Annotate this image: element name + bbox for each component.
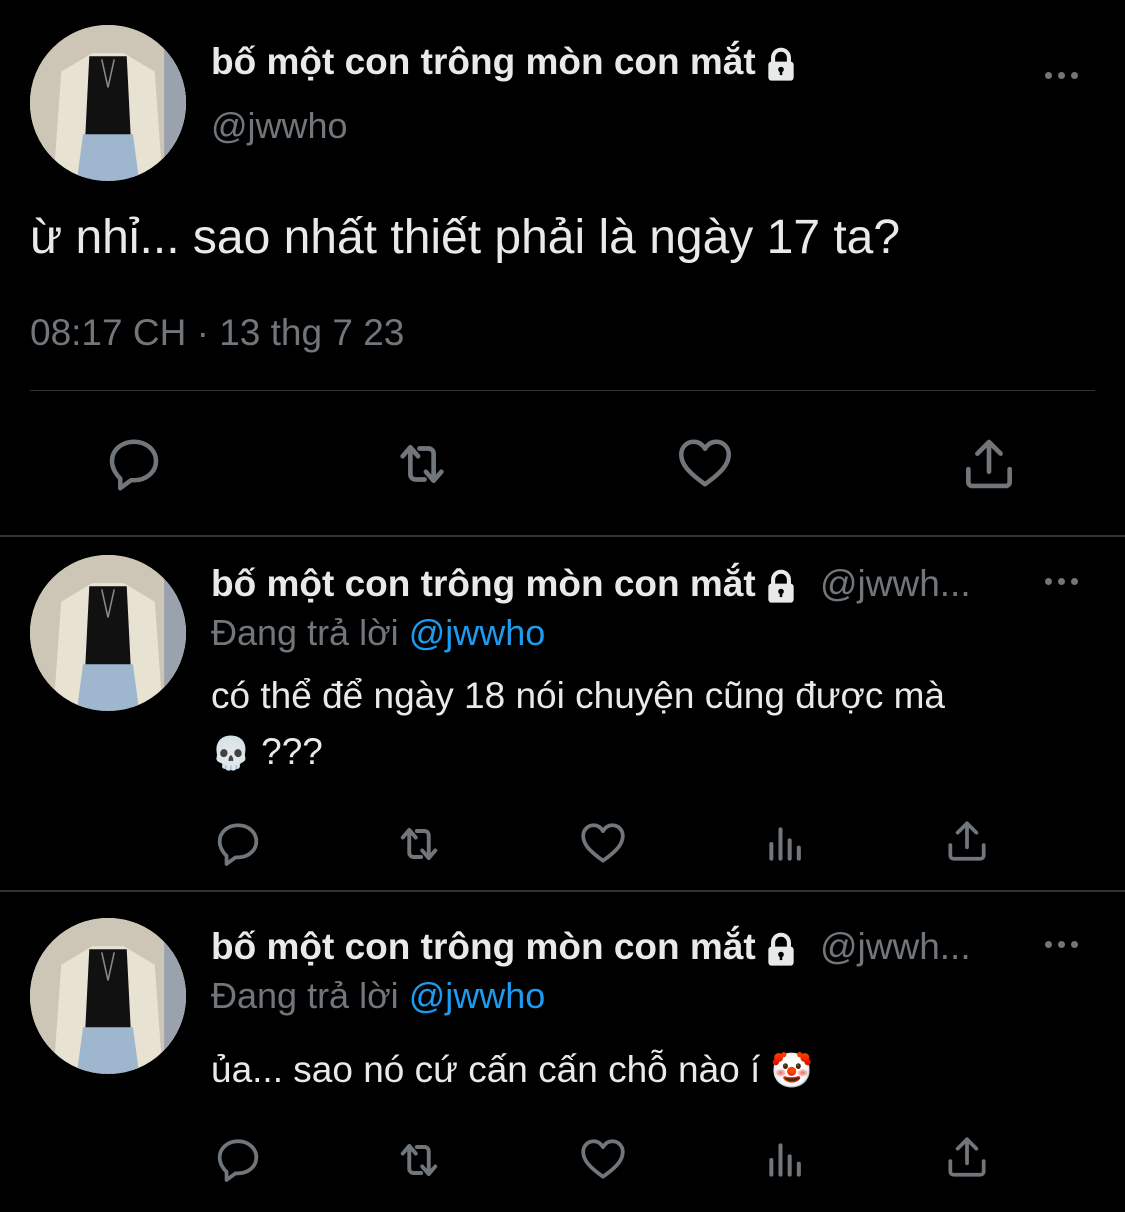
reply-text-line1: có thể để ngày 18 nói chuyện cũng được m…	[211, 675, 946, 716]
views-icon[interactable]	[764, 1138, 808, 1182]
handle[interactable]: @jwwho	[211, 104, 348, 148]
display-name[interactable]: bố một con trông mòn con mắt	[211, 926, 756, 967]
avatar[interactable]	[30, 555, 186, 711]
replying-to-mention[interactable]: @jwwho	[409, 612, 546, 653]
reply-text: ủa... sao nó cứ cấn cấn chỗ nào í 🤡	[211, 1047, 813, 1094]
reply-header[interactable]: bố một con trông mòn con mắt @jwwh...	[211, 925, 971, 969]
retweet-icon[interactable]	[390, 1134, 448, 1186]
lock-icon	[762, 45, 800, 83]
reply-header[interactable]: bố một con trông mòn con mắt @jwwh...	[211, 562, 971, 606]
section-separator	[0, 890, 1125, 892]
avatar-image	[30, 918, 186, 1074]
share-icon[interactable]	[958, 433, 1020, 495]
avatar[interactable]	[30, 918, 186, 1074]
heart-icon[interactable]	[675, 433, 735, 493]
reply-icon[interactable]	[213, 1134, 263, 1184]
replying-to-mention[interactable]: @jwwho	[409, 975, 546, 1016]
reply-icon[interactable]	[104, 433, 164, 493]
retweet-icon[interactable]	[388, 433, 456, 495]
display-name[interactable]: bố một con trông mòn con mắt	[211, 41, 756, 82]
display-name[interactable]: bố một con trông mòn con mắt	[211, 563, 756, 604]
tweet-timestamp[interactable]: 08:17 CH · 13 thg 7 23	[30, 311, 404, 355]
section-separator	[0, 535, 1125, 537]
avatar-image	[30, 555, 186, 711]
more-icon[interactable]	[1045, 941, 1078, 948]
avatar[interactable]	[30, 25, 186, 181]
reply-icon[interactable]	[213, 818, 263, 868]
skull-emoji: 💀	[211, 735, 251, 771]
reply-text-suffix: ???	[261, 731, 323, 772]
replying-to-line: Đang trả lời @jwwho	[211, 974, 545, 1018]
avatar-image	[30, 25, 186, 181]
lock-icon	[762, 930, 800, 968]
views-icon[interactable]	[764, 822, 808, 866]
main-display-name-row[interactable]: bố một con trông mòn con mắt	[211, 40, 800, 84]
divider	[30, 390, 1095, 391]
retweet-icon[interactable]	[390, 818, 448, 870]
reply-text-line2: 💀 ???	[211, 729, 323, 776]
handle[interactable]: @jwwh...	[820, 926, 971, 967]
heart-icon[interactable]	[578, 818, 628, 868]
heart-icon[interactable]	[578, 1134, 628, 1184]
share-icon[interactable]	[942, 1132, 992, 1182]
reply-text-line1: ủa... sao nó cứ cấn cấn chỗ nào í	[211, 1049, 761, 1090]
clown-emoji: 🤡	[770, 1052, 813, 1090]
handle[interactable]: @jwwh...	[820, 563, 971, 604]
replying-prefix: Đang trả lời	[211, 975, 399, 1016]
lock-icon	[762, 567, 800, 605]
more-icon[interactable]	[1045, 578, 1078, 585]
replying-to-line: Đang trả lời @jwwho	[211, 611, 545, 655]
tweet-text: ừ nhỉ... sao nhất thiết phải là ngày 17 …	[30, 211, 901, 264]
share-icon[interactable]	[942, 816, 992, 866]
replying-prefix: Đang trả lời	[211, 612, 399, 653]
more-icon[interactable]	[1045, 72, 1078, 79]
